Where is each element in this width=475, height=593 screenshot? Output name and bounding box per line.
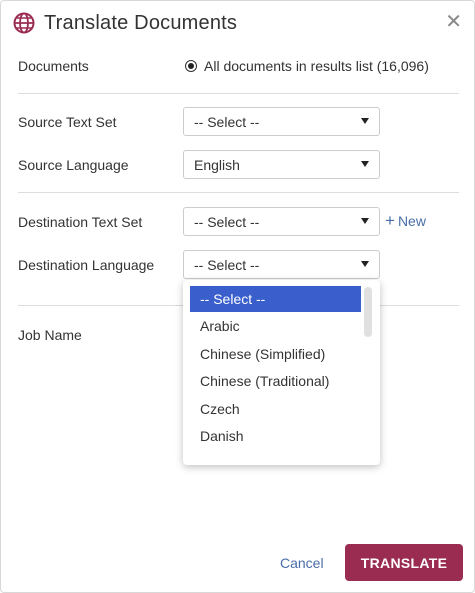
dropdown-scrollbar[interactable] (364, 287, 372, 337)
caret-down-icon (361, 218, 369, 224)
source-text-set-select[interactable]: -- Select -- (183, 107, 380, 136)
cancel-button[interactable]: Cancel (280, 555, 324, 571)
documents-label: Documents (18, 58, 89, 74)
source-language-value: English (194, 156, 240, 173)
documents-radio-option[interactable]: All documents in results list (16,096) (185, 58, 429, 74)
job-name-label: Job Name (18, 327, 82, 343)
destination-text-set-label: Destination Text Set (18, 214, 143, 230)
caret-down-icon (361, 161, 369, 167)
dialog-header: Translate Documents (13, 10, 237, 36)
source-language-label: Source Language (18, 157, 129, 173)
documents-option-label: All documents in results list (16,096) (204, 58, 429, 74)
dropdown-option[interactable]: Czech (190, 396, 361, 422)
caret-down-icon (361, 118, 369, 124)
globe-icon (13, 12, 35, 34)
destination-language-value: -- Select -- (194, 256, 260, 273)
dropdown-option[interactable]: Danish (190, 423, 361, 449)
divider (18, 192, 459, 193)
dialog-title: Translate Documents (44, 11, 238, 34)
close-icon[interactable]: ✕ (445, 10, 462, 34)
caret-down-icon (361, 261, 369, 267)
dropdown-option[interactable]: Chinese (Simplified) (190, 341, 361, 367)
new-text-set-link[interactable]: + New (385, 211, 426, 230)
source-text-set-value: -- Select -- (194, 113, 260, 130)
destination-language-select[interactable]: -- Select -- (183, 250, 380, 279)
destination-text-set-select[interactable]: -- Select -- (183, 207, 380, 236)
new-link-label: New (397, 213, 426, 229)
dropdown-option[interactable]: Chinese (Traditional) (190, 368, 361, 394)
plus-icon: + (385, 211, 395, 230)
destination-language-label: Destination Language (18, 257, 155, 273)
divider (18, 93, 459, 94)
translate-button[interactable]: TRANSLATE (345, 544, 463, 581)
translate-documents-dialog: Translate Documents ✕ Documents All docu… (0, 0, 475, 593)
destination-language-dropdown: -- Select -- Arabic Chinese (Simplified)… (183, 280, 380, 465)
dropdown-option[interactable]: Arabic (190, 313, 361, 339)
dropdown-option[interactable]: -- Select -- (190, 286, 361, 312)
source-text-set-label: Source Text Set (18, 114, 117, 130)
destination-text-set-value: -- Select -- (194, 213, 260, 230)
radio-selected-icon[interactable] (185, 60, 197, 72)
source-language-select[interactable]: English (183, 150, 380, 179)
